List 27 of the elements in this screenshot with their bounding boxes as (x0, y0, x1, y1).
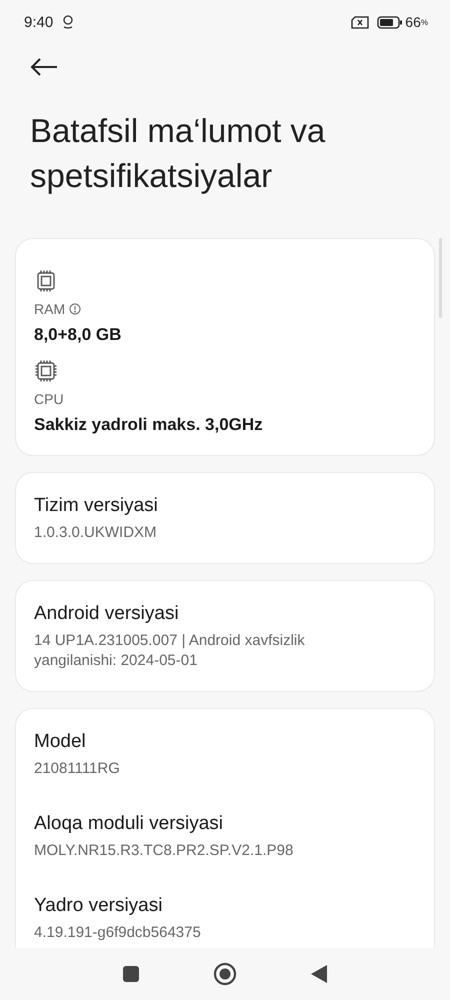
item-value: 14 UP1A.231005.007 | Android xavfsizlik yangilanishi: 2024-05-01 (34, 631, 306, 671)
item-title: Model (34, 731, 87, 753)
item-value: 4.19.191-g6f9dcb564375 (34, 923, 202, 943)
spec-value: 8,0+8,0 GB (34, 325, 122, 345)
back-icon[interactable] (311, 965, 327, 983)
location-icon (61, 14, 76, 30)
item-value: 1.0.3.0.UKWIDXM (34, 523, 158, 543)
item-title: Aloqa moduli versiyasi (34, 813, 224, 835)
percent-sign: % (420, 18, 428, 26)
page-title: Batafsil ma‘lumot va spetsifikatsiyalar (30, 111, 326, 196)
spec-value: Sakkiz yadroli maks. 3,0GHz (34, 415, 263, 435)
info-icon[interactable] (69, 303, 82, 315)
item-title: Yadro versiyasi (34, 895, 164, 917)
battery-percentage: 66 (405, 14, 421, 30)
clock: 9:40 (24, 14, 54, 30)
spec-label: CPU (34, 391, 64, 407)
sim-card-icon (351, 16, 370, 28)
recents-icon[interactable] (123, 966, 139, 982)
chip-icon (34, 359, 58, 383)
item-value: MOLY.NR15.R3.TC8.PR2.SP.V2.1.P98 (34, 841, 294, 861)
item-title: Tizim versiyasi (34, 495, 159, 517)
item-title: Android versiyasi (34, 603, 180, 625)
spec-label: RAM (34, 301, 66, 317)
battery-icon (377, 16, 404, 28)
item-value: 21081111RG (34, 759, 121, 779)
home-icon[interactable] (213, 962, 237, 986)
back-arrow-icon[interactable] (30, 57, 58, 77)
